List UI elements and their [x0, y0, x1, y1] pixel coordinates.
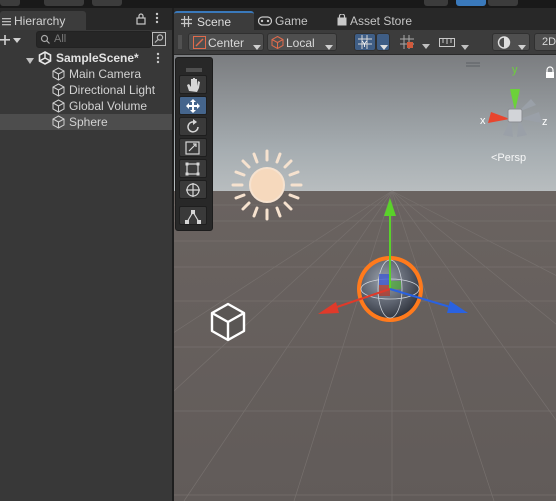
tab-scene[interactable]: Scene	[174, 11, 254, 30]
xy-plane-handle[interactable]	[379, 274, 390, 285]
chevron-down-icon	[380, 40, 388, 54]
scene-more-options-icon[interactable]	[156, 52, 160, 67]
chevron-down-icon	[253, 40, 261, 54]
chevron-down-icon	[518, 40, 526, 54]
hierarchy-item-label: Sphere	[69, 115, 108, 129]
tools-overlay	[175, 57, 213, 231]
rotate-tool-button[interactable]	[179, 117, 207, 136]
scene-tabbar: Scene Game Asset Store	[174, 8, 556, 30]
move-tool-button[interactable]	[179, 96, 207, 115]
tab-label: Game	[275, 14, 308, 28]
gizmo-x-label: x	[480, 115, 486, 127]
hierarchy-search-field[interactable]: All	[36, 31, 152, 48]
pause-button[interactable]	[488, 0, 518, 6]
scene-root-row[interactable]: SampleScene*	[0, 50, 172, 66]
chevron-down-icon[interactable]	[422, 39, 430, 53]
hierarchy-menu-icon	[2, 15, 11, 29]
grid-icon	[181, 16, 192, 30]
scene-viewport[interactable]: y x z <Persp	[174, 55, 556, 501]
top-strip-button[interactable]	[0, 0, 20, 6]
grid-snap-toggle[interactable]: Y	[354, 33, 376, 51]
search-options-icon[interactable]	[152, 32, 166, 49]
2d-mode-label: 2D	[542, 36, 556, 48]
projection-label[interactable]: <Persp	[491, 152, 526, 164]
ruler-icon	[439, 36, 455, 52]
scene-toolbar: Center Local Y 2D	[174, 30, 556, 55]
more-options-icon[interactable]	[155, 12, 159, 27]
scale-icon	[185, 141, 200, 155]
pivot-center-icon	[193, 36, 206, 52]
shopping-bag-icon	[337, 13, 347, 29]
hierarchy-item-label: Main Camera	[69, 67, 142, 81]
hierarchy-panel: Hierarchy All SampleScene* Main Camera D…	[0, 8, 172, 501]
gamepad-icon	[257, 15, 273, 29]
view-tool-button[interactable]	[179, 75, 207, 94]
snap-settings-dropdown[interactable]	[436, 33, 472, 51]
chevron-down-icon	[461, 40, 469, 54]
search-icon	[40, 34, 52, 48]
hierarchy-tab-label: Hierarchy	[14, 14, 66, 28]
space-mode-label: Local	[286, 36, 315, 50]
draw-mode-dropdown[interactable]	[492, 33, 530, 51]
top-strip-button[interactable]	[92, 0, 122, 6]
svg-text:Y: Y	[361, 40, 367, 49]
hierarchy-item-global-volume[interactable]: Global Volume	[0, 98, 172, 114]
top-strip	[0, 0, 556, 8]
gizmo-y-label: y	[512, 64, 518, 76]
pivot-mode-label: Center	[208, 36, 245, 50]
toolbar-grip-icon	[178, 34, 182, 50]
tab-game[interactable]: Game	[256, 11, 330, 30]
custom-tool-button[interactable]	[179, 206, 207, 225]
search-placeholder: All	[54, 33, 67, 45]
shading-sphere-icon	[497, 36, 511, 52]
rect-transform-icon	[185, 162, 200, 176]
hierarchy-item-directional-light[interactable]: Directional Light	[0, 82, 172, 98]
directional-light-icon[interactable]	[231, 149, 303, 221]
scene-view-canvas[interactable]: y x z <Persp	[174, 55, 556, 501]
pivot-mode-dropdown[interactable]: Center	[188, 33, 264, 51]
tab-label: Scene	[197, 15, 232, 29]
move-arrows-icon	[186, 99, 200, 113]
lock-icon[interactable]	[136, 13, 146, 28]
increment-snap-icon	[400, 35, 415, 52]
transform-tool-button[interactable]	[179, 180, 207, 199]
scene-name: SampleScene*	[56, 51, 139, 65]
gameobject-cube-icon	[52, 115, 65, 132]
tab-hierarchy[interactable]: Hierarchy	[0, 11, 86, 30]
chevron-down-icon	[325, 40, 333, 54]
hierarchy-item-sphere[interactable]: Sphere	[0, 114, 172, 130]
grid-snap-dropdown[interactable]	[376, 33, 390, 51]
scale-tool-button[interactable]	[179, 138, 207, 157]
space-mode-dropdown[interactable]: Local	[267, 33, 337, 51]
hierarchy-item-label: Global Volume	[69, 99, 148, 113]
tab-asset-store[interactable]: Asset Store	[334, 11, 434, 30]
tab-label: Asset Store	[350, 14, 413, 28]
overlay-grip-icon[interactable]	[186, 61, 202, 75]
hierarchy-item-label: Directional Light	[69, 83, 156, 97]
top-strip-button[interactable]	[44, 0, 84, 6]
2d-mode-toggle[interactable]: 2D	[534, 33, 556, 51]
ground-plane	[174, 191, 556, 501]
custom-editor-tool-icon	[185, 210, 201, 224]
gizmo-z-label: z	[542, 116, 548, 128]
top-strip-button[interactable]	[424, 0, 448, 6]
add-icon[interactable]	[0, 34, 22, 49]
xz-plane-handle[interactable]	[390, 281, 401, 289]
hierarchy-item-main-camera[interactable]: Main Camera	[0, 66, 172, 82]
hand-icon	[187, 78, 200, 92]
increment-snap-toggle[interactable]	[396, 33, 418, 51]
transform-icon	[186, 183, 200, 197]
hierarchy-tabbar: Hierarchy	[0, 8, 172, 30]
grid-snap-icon: Y	[358, 35, 373, 52]
sky	[174, 55, 556, 191]
gameobject-cube-gizmo-icon[interactable]	[210, 302, 246, 342]
local-cube-icon	[271, 35, 284, 52]
play-button[interactable]	[456, 0, 486, 6]
rotate-icon	[187, 119, 199, 133]
gizmo-center-cube[interactable]	[507, 108, 523, 123]
rect-tool-button[interactable]	[179, 159, 207, 178]
